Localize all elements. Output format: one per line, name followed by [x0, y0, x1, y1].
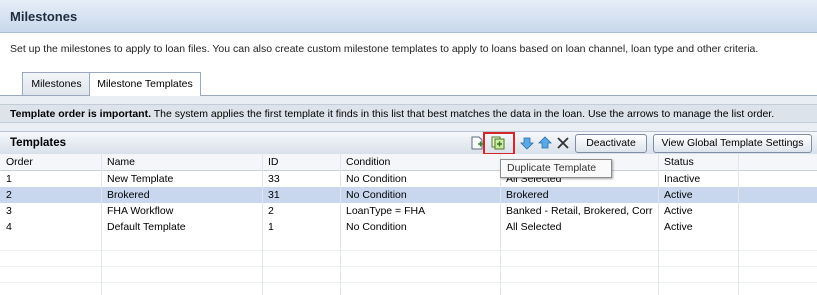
- column-divider: [738, 154, 739, 295]
- column-divider: [340, 154, 341, 295]
- column-divider: [262, 154, 263, 295]
- grid-title: Templates: [10, 137, 67, 149]
- page-description: Set up the milestones to apply to loan f…: [10, 43, 759, 55]
- cell-order: 2: [6, 189, 12, 201]
- notice-bold: Template order is important.: [10, 108, 151, 120]
- cell-condition: No Condition: [346, 189, 407, 201]
- cell-id: 2: [268, 205, 274, 217]
- cell-id: 31: [268, 189, 280, 201]
- col-order[interactable]: Order: [0, 154, 101, 170]
- view-global-settings-button[interactable]: View Global Template Settings: [653, 134, 812, 153]
- templates-table: Order Name ID Condition Status 1 New Tem…: [0, 154, 817, 295]
- cell-name: Default Template: [107, 221, 186, 233]
- cell-channel: Banked - Retail, Brokered, Corr: [506, 205, 653, 217]
- table-header: Order Name ID Condition Status: [0, 154, 817, 171]
- deactivate-button[interactable]: Deactivate: [575, 134, 647, 153]
- cell-id: 33: [268, 173, 280, 185]
- templates-panel: Template order is important. The system …: [0, 96, 817, 295]
- tab-milestones[interactable]: Milestones: [22, 72, 90, 96]
- cell-id: 1: [268, 221, 274, 233]
- table-row[interactable]: 1 New Template 33 No Condition All Selec…: [0, 171, 817, 187]
- col-id[interactable]: ID: [262, 154, 340, 170]
- table-row-selected[interactable]: 2 Brokered 31 No Condition Brokered Acti…: [0, 187, 817, 203]
- duplicate-template-tooltip: Duplicate Template: [500, 159, 612, 178]
- cell-status: Active: [664, 189, 693, 201]
- column-divider: [101, 154, 102, 295]
- cell-condition: No Condition: [346, 221, 407, 233]
- grid-header: Templates Deactivate View Global Templat…: [0, 131, 817, 155]
- col-name[interactable]: Name: [101, 154, 262, 170]
- cell-name: New Template: [107, 173, 174, 185]
- cell-status: Active: [664, 221, 693, 233]
- title-bar: Milestones: [0, 0, 817, 33]
- cell-channel: All Selected: [506, 221, 562, 233]
- col-status[interactable]: Status: [658, 154, 738, 170]
- cell-status: Inactive: [664, 173, 701, 185]
- delete-icon[interactable]: [556, 136, 570, 150]
- notice-text: The system applies the first template it…: [151, 108, 775, 120]
- cell-name: FHA Workflow: [107, 205, 174, 217]
- cell-condition: No Condition: [346, 173, 407, 185]
- tab-milestone-templates[interactable]: Milestone Templates: [89, 72, 201, 97]
- table-row[interactable]: 4 Default Template 1 No Condition All Se…: [0, 219, 817, 235]
- order-notice: Template order is important. The system …: [0, 104, 817, 123]
- cell-order: 3: [6, 205, 12, 217]
- cell-order: 4: [6, 221, 12, 233]
- tab-bar: Milestones Milestone Templates: [0, 65, 817, 97]
- cell-order: 1: [6, 173, 12, 185]
- empty-row: [0, 251, 817, 267]
- cell-channel: Brokered: [506, 189, 549, 201]
- cell-condition: LoanType = FHA: [346, 205, 426, 217]
- new-template-icon[interactable]: [470, 136, 484, 150]
- cell-name: Brokered: [107, 189, 150, 201]
- table-row[interactable]: 3 FHA Workflow 2 LoanType = FHA Banked -…: [0, 203, 817, 219]
- duplicate-template-icon[interactable]: [491, 136, 505, 150]
- move-down-icon[interactable]: [520, 136, 534, 150]
- move-up-icon[interactable]: [538, 136, 552, 150]
- page-title: Milestones: [10, 9, 78, 24]
- column-divider: [658, 154, 659, 295]
- cell-status: Active: [664, 205, 693, 217]
- empty-row: [0, 235, 817, 251]
- col-condition[interactable]: Condition: [340, 154, 500, 170]
- empty-row: [0, 267, 817, 283]
